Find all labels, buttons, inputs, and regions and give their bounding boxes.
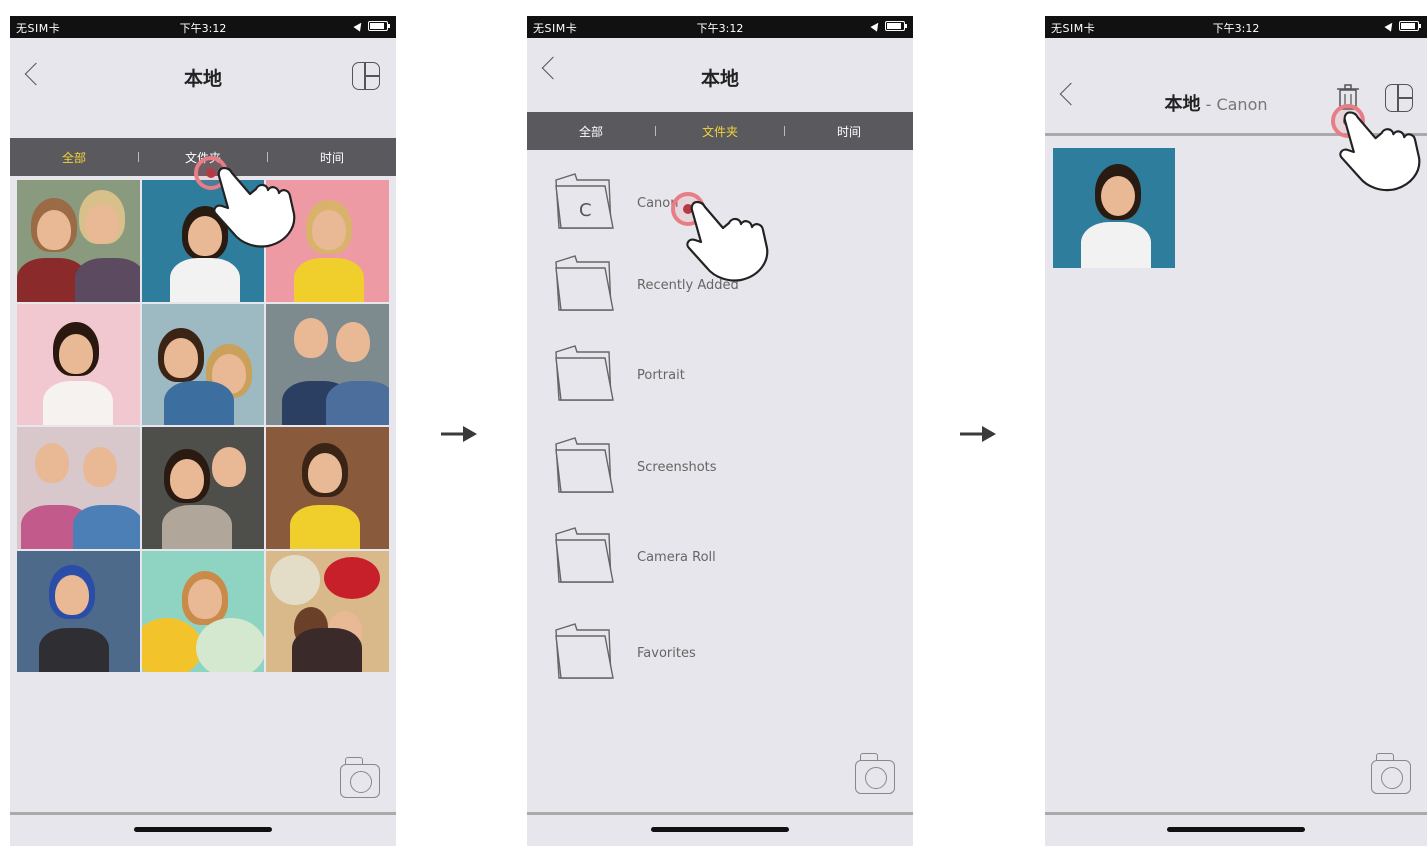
folder-name: Favorites xyxy=(637,646,696,661)
battery-icon xyxy=(885,21,907,31)
home-indicator xyxy=(134,827,272,832)
photo-thumbnail[interactable] xyxy=(1053,148,1175,268)
title-main: 本地 xyxy=(1164,94,1201,115)
status-time: 下午3:12 xyxy=(696,22,744,35)
arrow-right-icon xyxy=(441,426,477,442)
folder-icon xyxy=(555,255,614,311)
status-time: 下午3:12 xyxy=(179,22,227,35)
status-bar: 无SIM卡 下午3:12 xyxy=(527,16,913,38)
status-bar: 无SIM卡 下午3:12 xyxy=(1045,16,1427,38)
hand-pointer-icon xyxy=(686,200,769,282)
folder-item-screenshots[interactable]: Screenshots xyxy=(553,436,853,506)
title-sub: - Canon xyxy=(1200,95,1268,114)
hand-pointer-icon xyxy=(1339,111,1421,192)
tab-all[interactable]: 全部 xyxy=(10,149,138,166)
tutorial-stage: 无SIM卡 下午3:12 本地 全部 文件夹 时间 无SIM卡 下午3:12 本… xyxy=(0,0,1427,846)
photo-grid xyxy=(17,180,389,672)
battery-icon xyxy=(368,21,390,31)
home-indicator xyxy=(651,827,789,832)
page-title: 本地 xyxy=(183,68,222,90)
folder-icon: C xyxy=(555,173,614,229)
tab-all[interactable]: 全部 xyxy=(527,123,655,140)
folder-icon xyxy=(555,345,614,401)
phone-screen-all-photos: 无SIM卡 下午3:12 本地 全部 文件夹 时间 xyxy=(10,16,396,846)
status-time: 下午3:12 xyxy=(1212,22,1260,35)
camera-icon[interactable] xyxy=(340,757,380,798)
folder-item-camera-roll[interactable]: Camera Roll xyxy=(553,526,853,596)
folder-name: Screenshots xyxy=(637,460,717,475)
carrier-label: 无SIM卡 xyxy=(1051,22,1096,35)
carrier-label: 无SIM卡 xyxy=(16,22,61,35)
photo-thumbnail[interactable] xyxy=(141,550,265,672)
photo-thumbnail[interactable] xyxy=(266,303,389,425)
folder-item-portrait[interactable]: Portrait xyxy=(553,344,853,414)
bottom-bar xyxy=(527,812,913,846)
filter-tab-bar: 全部 文件夹 时间 xyxy=(527,112,913,150)
location-icon xyxy=(353,20,365,32)
photo-thumbnail[interactable] xyxy=(266,550,389,672)
battery-icon xyxy=(1399,21,1421,31)
photo-thumbnail[interactable] xyxy=(141,303,265,425)
phone-screen-folders: 无SIM卡 下午3:12 本地 全部 文件夹 时间 C Canon Recent… xyxy=(527,16,913,846)
nav-bar: 本地 xyxy=(10,38,396,116)
tab-folders[interactable]: 文件夹 xyxy=(656,123,784,140)
photo-thumbnail[interactable] xyxy=(17,180,140,302)
folder-icon xyxy=(555,623,614,679)
svg-text:C: C xyxy=(579,200,592,221)
folder-item-favorites[interactable]: Favorites xyxy=(553,622,853,692)
tab-time[interactable]: 时间 xyxy=(785,123,913,140)
folder-icon xyxy=(555,437,614,493)
layout-icon[interactable] xyxy=(352,62,380,90)
location-icon xyxy=(1384,20,1396,32)
status-bar: 无SIM卡 下午3:12 xyxy=(10,16,396,38)
photo-thumbnail[interactable] xyxy=(17,303,140,425)
arrow-right-icon xyxy=(960,426,996,442)
photo-thumbnail[interactable] xyxy=(17,550,140,672)
folder-name: Portrait xyxy=(637,368,685,383)
camera-icon[interactable] xyxy=(855,753,895,794)
home-indicator xyxy=(1167,827,1305,832)
folder-icon xyxy=(555,527,614,583)
photo-thumbnail[interactable] xyxy=(141,427,265,549)
hand-pointer-icon xyxy=(213,166,296,248)
location-icon xyxy=(870,20,882,32)
bottom-bar xyxy=(1045,812,1427,846)
nav-bar: 本地 xyxy=(527,38,913,114)
photo-thumbnail[interactable] xyxy=(17,427,140,549)
carrier-label: 无SIM卡 xyxy=(533,22,578,35)
page-title: 本地 xyxy=(700,68,739,90)
bottom-bar xyxy=(10,812,396,846)
camera-icon[interactable] xyxy=(1371,753,1411,794)
photo-thumbnail[interactable] xyxy=(266,427,389,549)
folder-name: Camera Roll xyxy=(637,550,716,565)
